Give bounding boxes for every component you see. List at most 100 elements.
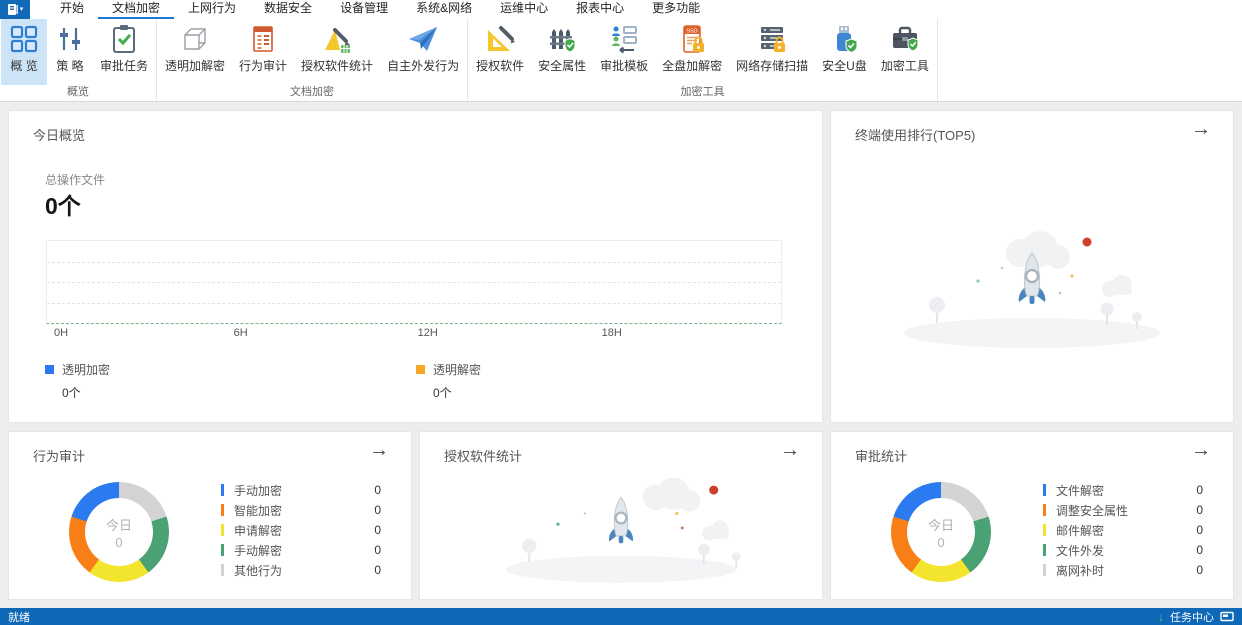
legend-label: 调整安全属性 <box>1056 503 1129 518</box>
cloud-icon <box>702 520 729 541</box>
panel-title: 授权软件统计 <box>444 449 523 464</box>
app-logo-icon <box>7 4 18 15</box>
grid-icon <box>10 25 38 53</box>
legend-value: 0个 <box>433 386 452 400</box>
x-tick: 6H <box>233 327 248 339</box>
tab-system-network[interactable]: 系统&网络 <box>402 0 486 19</box>
panel-approval-stats: 审批统计 → 今日 0 文件解密 0 调整安全属性 0 邮件解密 0 文件外发 0 离网… <box>830 431 1234 600</box>
cloud-icon <box>1006 231 1070 269</box>
stats-pencil-icon <box>325 28 351 53</box>
ssd-lock-icon: SSD <box>683 25 705 53</box>
legend-value: 0 <box>374 503 381 517</box>
arrow-right-icon[interactable]: → <box>1191 119 1211 139</box>
approval-template-icon <box>612 26 638 54</box>
arrow-right-icon[interactable]: → <box>780 440 800 460</box>
tab-document-encryption[interactable]: 文档加密 <box>98 0 175 19</box>
ribbon-group-encryption-tools: 授权软件 安全属性 审批模板 SSD 全盘加解密 网络存储扫描 安全U盘 加密工… <box>468 19 938 101</box>
red-planet-dot <box>1082 237 1092 247</box>
tab-internet-behavior[interactable]: 上网行为 <box>174 0 250 19</box>
download-arrow-icon: ↓ <box>1158 609 1164 624</box>
donut-center-value: 0 <box>115 534 123 550</box>
empty-state-illustration <box>505 477 741 583</box>
ribbon-button-security-attributes[interactable]: 安全属性 <box>531 19 593 85</box>
donut-center-value: 0 <box>937 534 945 550</box>
panel-title: 今日概览 <box>33 128 86 143</box>
panel-authorized-software-stats: 授权软件统计 → <box>419 431 823 600</box>
donut-center: 今日 0 <box>85 498 153 566</box>
panel-terminal-ranking: 终端使用排行(TOP5) → <box>830 110 1234 423</box>
ribbon-button-label: 行为审计 <box>239 59 288 73</box>
ribbon-button-label: 概 览 <box>10 59 38 73</box>
panel-title: 终端使用排行(TOP5) <box>855 128 976 143</box>
arrow-right-icon[interactable]: → <box>369 440 389 460</box>
setsquare-pencil-icon <box>488 26 516 51</box>
legend-color-bar <box>1043 524 1046 536</box>
tab-report-center[interactable]: 报表中心 <box>562 0 638 19</box>
legend-color-swatch <box>416 365 425 374</box>
ribbon-button-authorized-software[interactable]: 授权软件 <box>469 19 531 85</box>
legend-color-bar <box>221 484 224 496</box>
ribbon-button-encryption-tools[interactable]: 加密工具 <box>874 19 936 85</box>
ribbon-button-self-outgoing-behavior[interactable]: 自主外发行为 <box>380 19 466 85</box>
legend-label: 其他行为 <box>234 563 283 578</box>
cloud-icon <box>1102 275 1132 297</box>
legend-color-bar <box>221 524 224 536</box>
ribbon-button-label: 全盘加解密 <box>662 59 723 73</box>
legend-item: 文件外发 0 <box>1043 540 1203 560</box>
legend-color-bar <box>221 504 224 516</box>
tree-icon <box>731 552 741 568</box>
tab-home[interactable]: 开始 <box>46 0 98 19</box>
tab-more-features[interactable]: 更多功能 <box>638 0 714 19</box>
monitor-icon <box>1220 611 1234 621</box>
fence-shield-icon <box>550 29 576 53</box>
ribbon-button-approval-tasks[interactable]: 审批任务 <box>93 19 155 85</box>
ribbon: 概 览 策 略 审批任务 概览 透明加解密 行为审计 授权软件统计 自主外发行为… <box>0 19 1242 102</box>
legend-label: 手动解密 <box>234 543 283 558</box>
hourly-line-chart: 0H 6H 12H 18H <box>46 240 782 341</box>
cloud-icon <box>642 477 701 512</box>
ribbon-group-overview: 概 览 策 略 审批任务 概览 <box>0 19 158 101</box>
ribbon-group-document-encryption: 透明加解密 行为审计 授权软件统计 自主外发行为 文档加密 <box>157 19 469 101</box>
ribbon-button-policy[interactable]: 策 略 <box>47 19 93 85</box>
legend-color-bar <box>1043 504 1046 516</box>
total-files-value: 0个 <box>45 193 81 219</box>
ribbon-button-approval-template[interactable]: 审批模板 <box>593 19 655 85</box>
tab-ops-center[interactable]: 运维中心 <box>486 0 562 19</box>
legend-value: 0 <box>374 483 381 497</box>
legend-item: 邮件解密 0 <box>1043 520 1203 540</box>
donut-center-label: 今日 <box>105 517 132 533</box>
legend-transparent-decryption[interactable]: 透明解密 0个 <box>416 361 481 401</box>
ribbon-button-authorized-software-stats[interactable]: 授权软件统计 <box>294 19 380 85</box>
app-menu-button[interactable]: ▾ <box>0 0 30 19</box>
task-center-button[interactable]: ↓ 任务中心 <box>1158 609 1234 625</box>
chart-legend: 透明加密 0个 透明解密 0个 <box>45 361 782 401</box>
donut-center-label: 今日 <box>927 517 954 533</box>
panel-title: 审批统计 <box>855 449 908 464</box>
ribbon-button-network-storage-scan[interactable]: 网络存储扫描 <box>729 19 815 85</box>
x-tick: 18H <box>601 327 622 339</box>
sliders-icon <box>60 28 80 50</box>
x-tick: 12H <box>417 327 438 339</box>
ribbon-button-label: 安全U盘 <box>822 59 867 73</box>
ribbon-button-full-disk-encryption[interactable]: SSD 全盘加解密 <box>655 19 729 85</box>
legend-transparent-encryption[interactable]: 透明加密 0个 <box>45 361 110 401</box>
arrow-right-icon[interactable]: → <box>1191 440 1211 460</box>
approval-stats-donut-chart: 今日 0 <box>891 482 991 582</box>
approval-stats-legend: 文件解密 0 调整安全属性 0 邮件解密 0 文件外发 0 离网补时 0 <box>1043 480 1203 580</box>
legend-label: 文件外发 <box>1056 543 1105 558</box>
svg-text:SSD: SSD <box>686 29 697 35</box>
legend-value: 0 <box>374 523 381 537</box>
legend-label: 文件解密 <box>1056 483 1105 498</box>
legend-label: 透明解密 <box>433 363 482 377</box>
tab-device-management[interactable]: 设备管理 <box>326 0 402 19</box>
legend-item: 申请解密 0 <box>221 520 381 540</box>
tab-data-security[interactable]: 数据安全 <box>250 0 326 19</box>
tab-list: 开始 文档加密 上网行为 数据安全 设备管理 系统&网络 运维中心 报表中心 更… <box>46 0 714 19</box>
ribbon-button-secure-usb[interactable]: 安全U盘 <box>815 19 874 85</box>
ribbon-button-overview[interactable]: 概 览 <box>1 19 47 85</box>
paper-plane-icon <box>409 27 438 51</box>
server-lock-icon <box>761 27 786 52</box>
legend-item: 其他行为 0 <box>221 560 381 580</box>
ribbon-button-transparent-encryption[interactable]: 透明加解密 <box>158 19 232 85</box>
ribbon-button-behavior-audit[interactable]: 行为审计 <box>232 19 294 85</box>
